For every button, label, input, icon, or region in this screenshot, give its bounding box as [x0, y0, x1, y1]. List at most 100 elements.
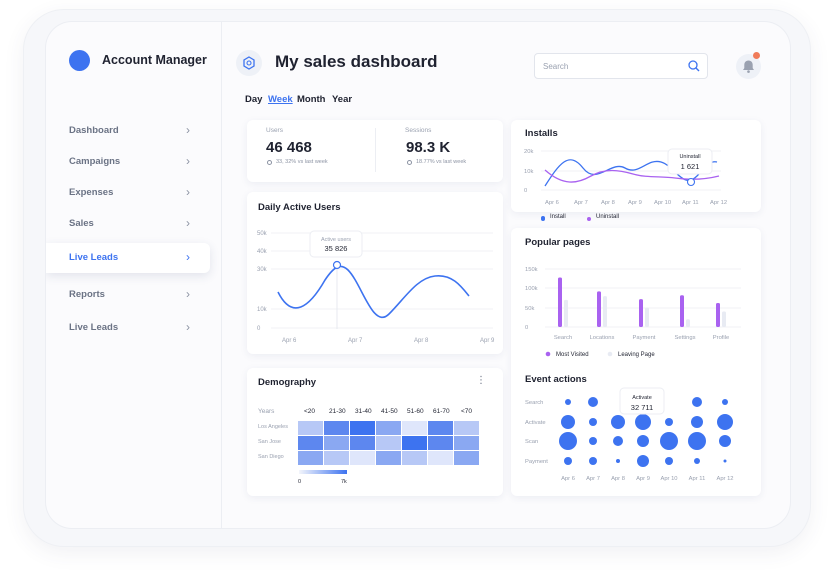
tooltip-value: 35 826: [325, 244, 348, 253]
x-tick: Apr 7: [348, 338, 363, 344]
y-tick: 20k: [524, 149, 533, 155]
chevron-right-icon: ›: [186, 216, 190, 230]
y-tick: 50k: [257, 231, 268, 237]
tooltip-label: Activate: [632, 395, 652, 401]
bar-most-visited: [680, 295, 684, 327]
tab-day[interactable]: Day: [245, 94, 262, 105]
divider: [375, 128, 376, 172]
legend-uninstall-swatch: [587, 217, 591, 221]
heatmap-cell: [298, 451, 323, 465]
event-actions-chart: Search Activate Scan Payment Apr 6 Apr 7…: [525, 387, 734, 482]
event-bubble: [665, 457, 673, 465]
y-tick: 0: [525, 325, 528, 331]
heatmap-cell: [324, 451, 349, 465]
row-label: San Jose: [258, 439, 281, 445]
notification-dot: [753, 52, 760, 59]
y-tick: 100k: [525, 286, 538, 292]
popular-pages-chart: 150k 100k 50k 0 Search Locations Payment…: [525, 267, 741, 358]
tab-month[interactable]: Month: [297, 94, 326, 105]
bar-leaving-page: [564, 299, 568, 327]
column-header: Years: [258, 408, 275, 415]
x-tick: Apr 10: [660, 476, 677, 482]
x-tick: Apr 8: [601, 200, 615, 206]
heatmap-cell: [298, 421, 323, 435]
heatmap-cell: [402, 421, 427, 435]
event-bubble: [565, 399, 571, 405]
bar-leaving-page: [722, 311, 726, 327]
tab-week[interactable]: Week: [268, 94, 293, 105]
heatmap-cell: [454, 451, 479, 465]
sidebar-item-expenses[interactable]: Expenses ›: [46, 178, 210, 208]
search-icon[interactable]: [687, 59, 701, 78]
event-bubble: [589, 418, 597, 426]
chevron-right-icon: ›: [186, 123, 190, 137]
event-bubble: [635, 414, 651, 430]
y-tick: 0: [257, 326, 261, 332]
event-bubble: [694, 458, 700, 464]
tooltip-value: 32 711: [631, 403, 653, 412]
users-value: 46 468: [266, 139, 312, 156]
logo: [69, 50, 90, 71]
sidebar-item-label: Live Leads: [69, 322, 119, 333]
search-input[interactable]: Search: [534, 53, 708, 79]
legend-uninstall: Uninstall: [596, 214, 620, 220]
column-header: 41-50: [381, 408, 398, 415]
row-label: Scan: [525, 439, 538, 445]
row-label: Los Angeles: [258, 424, 288, 430]
bar-leaving-page: [603, 296, 607, 327]
y-tick: 0: [524, 188, 527, 194]
y-tick: 150k: [525, 267, 538, 273]
event-bubble: [722, 399, 728, 405]
x-tick: Apr 9: [636, 476, 650, 482]
event-bubble: [719, 435, 731, 447]
x-tick: Apr 12: [710, 200, 727, 206]
app-window: Account Manager Dashboard › Campaigns › …: [46, 22, 790, 528]
event-bubble: [589, 437, 597, 445]
stats-card: Users 46 468 33, 32% vs last week Sessio…: [247, 120, 503, 182]
sidebar-item-sales[interactable]: Sales ›: [46, 209, 210, 239]
dashboard-icon: [236, 50, 262, 76]
event-bubble: [637, 435, 649, 447]
y-tick: 10k: [524, 169, 533, 175]
sidebar-item-reports[interactable]: Reports ›: [46, 280, 210, 310]
heatmap-cell: [376, 421, 401, 435]
sidebar-item-campaigns[interactable]: Campaigns ›: [46, 147, 210, 177]
column-header: <70: [461, 408, 472, 415]
sidebar-item-label: Reports: [69, 289, 105, 300]
x-tick: Apr 11: [682, 200, 699, 206]
sidebar-item-label: Dashboard: [69, 125, 119, 136]
sidebar-item-live-leads-2[interactable]: Live Leads ›: [46, 313, 210, 343]
event-bubble: [564, 457, 572, 465]
sidebar: Account Manager Dashboard › Campaigns › …: [46, 22, 222, 528]
heatmap-cell: [428, 436, 453, 450]
trend-icon: [407, 160, 412, 165]
column-header: 61-70: [433, 408, 450, 415]
notifications-button[interactable]: [736, 52, 761, 79]
x-tick: Apr 11: [689, 476, 706, 482]
tooltip-label: Uninstall: [679, 154, 700, 160]
sidebar-item-live-leads[interactable]: Live Leads ›: [46, 243, 210, 273]
bar-most-visited: [597, 291, 601, 327]
chevron-right-icon: ›: [186, 320, 190, 334]
x-tick: Apr 6: [561, 476, 575, 482]
row-label: Activate: [525, 420, 546, 426]
x-tick: Apr 8: [414, 338, 429, 344]
event-bubble: [637, 455, 649, 467]
chevron-right-icon: ›: [186, 250, 190, 264]
column-header: <20: [304, 408, 315, 415]
bar-leaving-page: [645, 307, 649, 327]
users-label: Users: [266, 127, 283, 134]
event-bubble: [616, 459, 620, 463]
heatmap-cell: [454, 421, 479, 435]
x-tick: Profile: [713, 335, 729, 341]
x-tick: Apr 9: [628, 200, 642, 206]
y-tick: 10k: [257, 307, 268, 313]
x-tick: Apr 6: [282, 338, 297, 344]
heatmap-cell: [376, 436, 401, 450]
chevron-right-icon: ›: [186, 287, 190, 301]
tab-year[interactable]: Year: [332, 94, 352, 105]
x-tick: Payment: [633, 335, 656, 341]
heatmap-cell: [402, 436, 427, 450]
sidebar-item-dashboard[interactable]: Dashboard ›: [46, 116, 210, 146]
event-bubble: [723, 459, 727, 463]
